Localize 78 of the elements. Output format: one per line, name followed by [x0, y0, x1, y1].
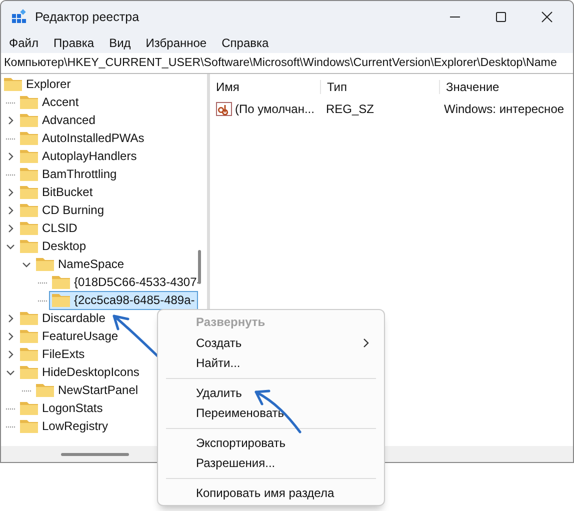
folder-icon — [20, 239, 38, 253]
folder-icon — [20, 365, 38, 379]
tree-item[interactable]: FileExts — [17, 344, 88, 364]
chevron-right-icon[interactable] — [6, 224, 14, 232]
folder-icon — [20, 329, 38, 343]
tree-item[interactable]: LogonStats — [17, 398, 106, 418]
folder-icon — [52, 293, 70, 307]
table-cell: (По умолчан... — [235, 102, 314, 116]
folder-icon — [20, 419, 38, 433]
tree-item[interactable]: CD Burning — [17, 200, 108, 220]
chevron-right-icon[interactable] — [6, 188, 14, 196]
menu-item[interactable]: Найти... — [158, 353, 384, 374]
tree-item[interactable]: {2cc5ca98-6485-489a- — [49, 290, 198, 310]
menu-item[interactable]: Избранное — [146, 36, 207, 50]
folder-icon — [20, 185, 38, 199]
tree-item[interactable]: BitBucket — [17, 182, 96, 202]
chevron-down-icon[interactable] — [6, 242, 14, 250]
column-header[interactable]: Значение — [440, 80, 500, 94]
chevron-right-icon[interactable] — [6, 314, 14, 322]
menu-item[interactable]: Файл — [9, 36, 39, 50]
scrollbar-thumb[interactable] — [198, 250, 201, 284]
folder-icon — [20, 221, 38, 235]
chevron-right-icon[interactable] — [6, 350, 14, 358]
tree-item[interactable]: HideDesktopIcons — [17, 362, 142, 382]
maximize-icon[interactable] — [495, 11, 507, 23]
chevron-right-icon[interactable] — [6, 116, 14, 124]
menu-item[interactable]: Переименовать — [158, 403, 384, 424]
folder-icon — [20, 149, 38, 163]
tree-item[interactable]: FeatureUsage — [17, 326, 122, 346]
chevron-right-icon — [363, 338, 370, 348]
chevron-right-icon[interactable] — [6, 332, 14, 340]
menu-item[interactable]: Копировать имя раздела — [158, 482, 384, 503]
folder-icon — [4, 77, 22, 91]
tree-item[interactable]: NewStartPanel — [33, 380, 142, 400]
table-cell-text: Windows: интересное — [443, 102, 564, 116]
menu-item[interactable]: Создать — [158, 332, 384, 353]
folder-icon — [20, 113, 38, 127]
tree-item[interactable]: LowRegistry — [17, 416, 112, 436]
chevron-down-icon[interactable] — [6, 368, 14, 376]
tree-item[interactable]: Discardable — [17, 308, 108, 328]
folder-icon — [20, 401, 38, 415]
table-cell-text: REG_SZ — [325, 102, 376, 116]
menu-item[interactable]: Экспортировать — [158, 432, 384, 453]
scrollbar-thumb[interactable] — [61, 452, 129, 456]
tree-item[interactable]: CLSID — [17, 218, 80, 238]
folder-icon — [36, 383, 54, 397]
folder-icon — [20, 203, 38, 217]
tree-item[interactable]: Explorer — [1, 74, 74, 94]
tree-item[interactable]: Desktop — [17, 236, 90, 256]
folder-icon — [52, 275, 70, 289]
tree-item[interactable]: {018D5C66-4533-4307- — [49, 272, 204, 292]
tree-item[interactable]: BamThrottling — [17, 164, 120, 184]
window-title: Редактор реестра — [35, 10, 140, 24]
menu-item[interactable]: Справка — [222, 36, 269, 50]
chevron-right-icon[interactable] — [6, 206, 14, 214]
tree-item[interactable]: NameSpace — [33, 254, 128, 274]
column-header[interactable]: Тип — [321, 80, 440, 94]
address-field[interactable]: Компьютер\HKEY_CURRENT_USER\Software\Microsoft\Windows\CurrentVersion\Explorer\Desktop\Name — [1, 53, 573, 74]
folder-icon — [20, 347, 38, 361]
tree-item[interactable]: AutoplayHandlers — [17, 146, 140, 166]
folder-icon — [20, 131, 38, 145]
folder-icon — [20, 95, 38, 109]
column-header[interactable]: Имя — [210, 80, 321, 94]
folder-icon — [20, 311, 38, 325]
chevron-down-icon[interactable] — [22, 260, 30, 268]
menu-item[interactable]: Вид — [109, 36, 131, 50]
string-value-icon — [216, 102, 232, 116]
close-icon[interactable] — [541, 11, 553, 23]
menu-item[interactable]: Удалить — [158, 382, 384, 403]
tree-item[interactable]: Advanced — [17, 110, 98, 130]
folder-icon — [36, 257, 54, 271]
chevron-right-icon[interactable] — [6, 152, 14, 160]
folder-icon — [20, 167, 38, 181]
menu-item[interactable]: Разрешения... — [158, 453, 384, 474]
tree-item[interactable]: AutoInstalledPWAs — [17, 128, 148, 148]
tree-item[interactable]: Accent — [17, 92, 82, 112]
menu-item[interactable]: Правка — [54, 36, 94, 50]
registry-app-icon — [11, 9, 27, 25]
